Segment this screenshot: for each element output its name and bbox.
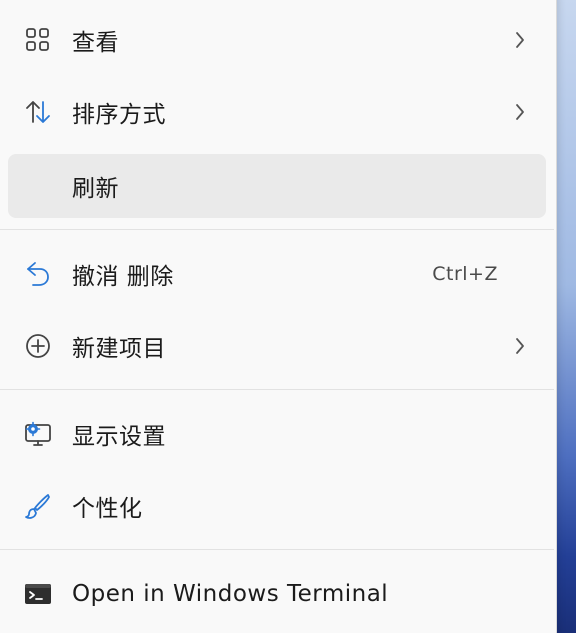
menu-separator <box>0 389 554 390</box>
terminal-icon <box>22 578 54 610</box>
shortcut-text: Ctrl+Z <box>432 263 498 285</box>
menu-item-sort-by[interactable]: 排序方式 <box>8 80 546 144</box>
add-circle-icon <box>22 330 54 362</box>
menu-item-label: Open in Windows Terminal <box>72 581 389 607</box>
menu-item-display-settings[interactable]: 显示设置 <box>8 402 546 466</box>
menu-item-new[interactable]: 新建项目 <box>8 314 546 378</box>
menu-item-personalize[interactable]: 个性化 <box>8 474 546 538</box>
menu-item-refresh[interactable]: 刷新 <box>8 154 546 218</box>
menu-item-label: 查看 <box>72 30 119 56</box>
context-menu: 查看 排序方式 刷新 撤消 删除 Ctrl+Z 新建项目 显示设置 个性化 Op… <box>0 0 557 633</box>
menu-item-label: 新建项目 <box>72 336 166 362</box>
menu-separator <box>0 229 554 230</box>
menu-item-undo-delete[interactable]: 撤消 删除 Ctrl+Z <box>8 242 546 306</box>
undo-icon <box>22 258 54 290</box>
menu-item-label: 撤消 删除 <box>72 264 174 290</box>
chevron-right-icon <box>512 102 528 122</box>
brush-icon <box>22 490 54 522</box>
display-settings-icon <box>22 418 54 450</box>
menu-item-label: 个性化 <box>72 496 143 522</box>
sort-icon <box>22 96 54 128</box>
chevron-right-icon <box>512 336 528 356</box>
menu-item-open-terminal[interactable]: Open in Windows Terminal <box>8 562 546 626</box>
chevron-right-icon <box>512 30 528 50</box>
menu-item-label: 显示设置 <box>72 424 166 450</box>
grid-icon <box>22 24 54 56</box>
menu-item-label: 刷新 <box>72 176 119 202</box>
menu-item-view[interactable]: 查看 <box>8 8 546 72</box>
menu-separator <box>0 549 554 550</box>
menu-item-label: 排序方式 <box>72 102 166 128</box>
